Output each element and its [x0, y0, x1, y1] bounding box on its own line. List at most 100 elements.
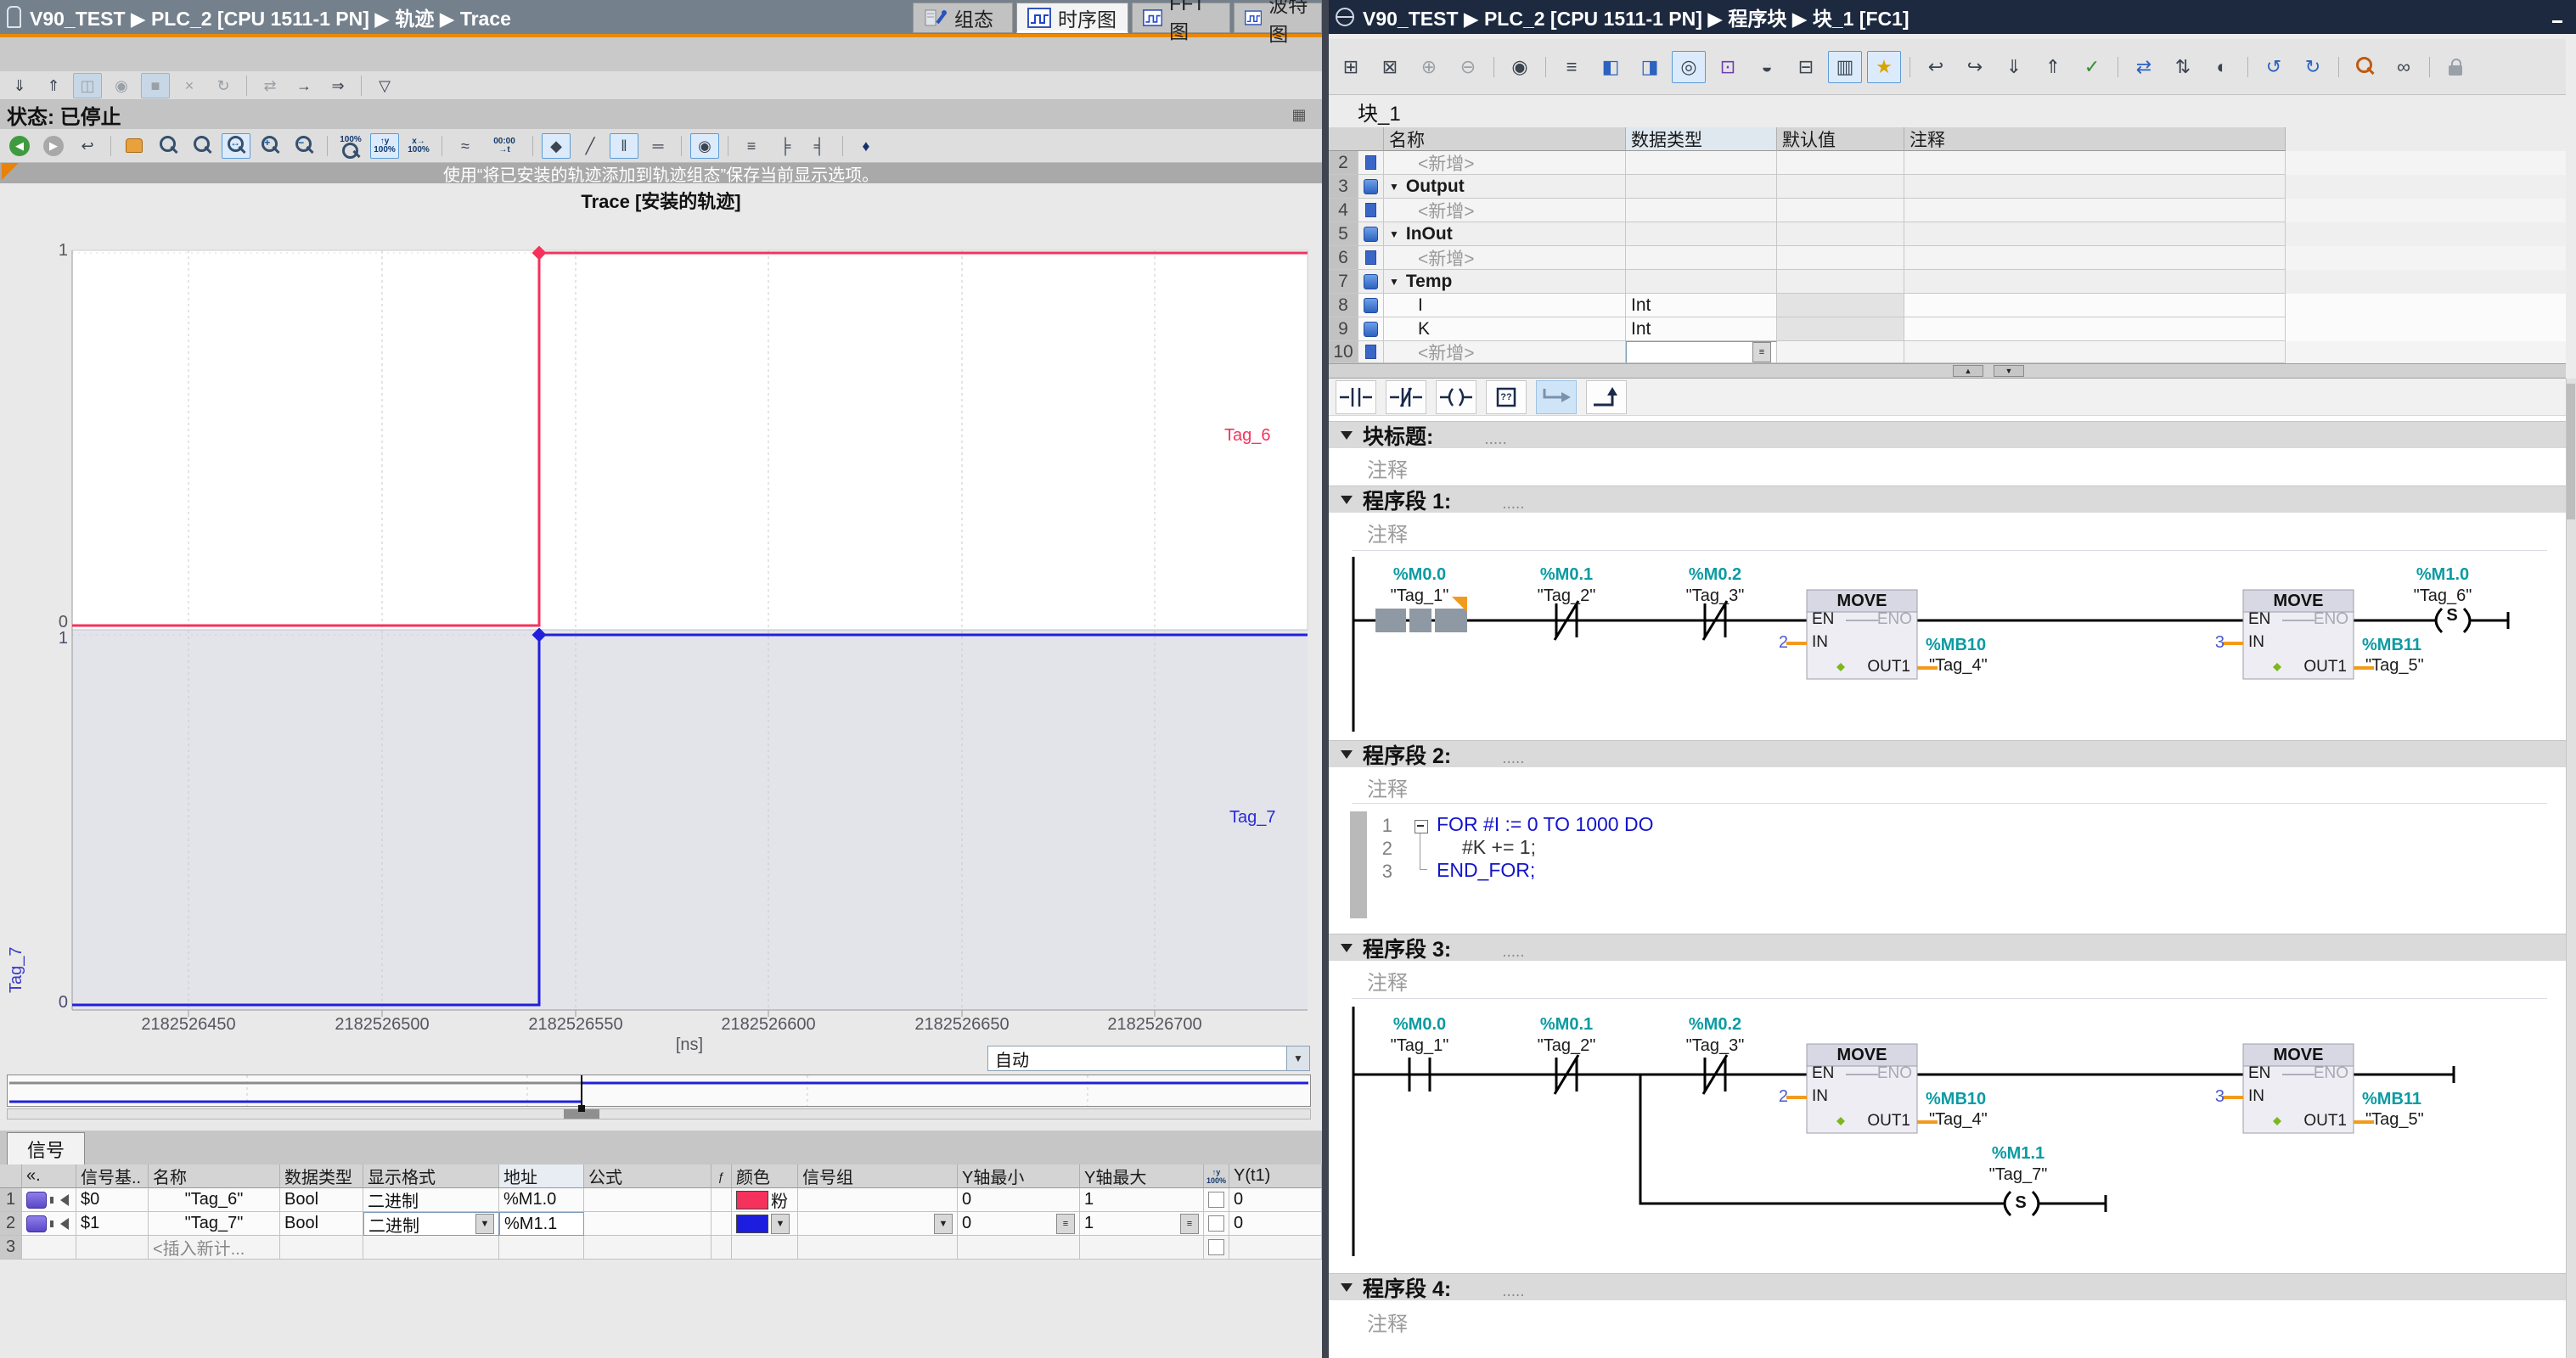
- zoom-select-icon[interactable]: [154, 133, 183, 159]
- format-editor[interactable]: 二进制▼: [363, 1212, 499, 1236]
- expand-networks-icon[interactable]: ≡: [1555, 51, 1589, 83]
- stop-trace-icon[interactable]: ■: [141, 73, 170, 98]
- interpolation-icon[interactable]: ╱: [576, 133, 605, 159]
- block-interface-icon[interactable]: ◨: [1633, 51, 1667, 83]
- tag6-color-swatch[interactable]: [736, 1191, 768, 1209]
- undo-icon[interactable]: ↩: [1919, 51, 1953, 83]
- zoom-dynamic-icon[interactable]: [188, 133, 217, 159]
- open-branch-icon[interactable]: [1536, 380, 1577, 414]
- interface-resize-strip[interactable]: [1329, 363, 2566, 379]
- operand-address[interactable]: %MB10: [1926, 636, 1986, 655]
- collapse-triangle-icon[interactable]: [1341, 496, 1353, 504]
- go-offline-icon[interactable]: ⇅: [2166, 51, 2200, 83]
- instruction-name[interactable]: MOVE: [1807, 592, 1917, 611]
- constant-value[interactable]: 2: [1766, 1087, 1788, 1107]
- gauge-view-icon[interactable]: ◉: [690, 133, 719, 159]
- datatype-editor[interactable]: ≡: [1626, 341, 1777, 363]
- operand-address[interactable]: %MB11: [2362, 1090, 2421, 1109]
- empty-box-icon[interactable]: ??: [1486, 380, 1527, 414]
- constant-value[interactable]: 3: [2202, 633, 2224, 653]
- network2-header[interactable]: 程序段 2: .....: [1329, 740, 2566, 767]
- operand-tag[interactable]: "Tag_2": [1511, 586, 1622, 606]
- network3-comment[interactable]: 注释: [1367, 966, 1408, 996]
- block-editor-titlebar[interactable]: V90_TEST ▶ PLC_2 [CPU 1511-1 PN] ▶ 程序块 ▶…: [1329, 0, 2576, 34]
- filter-icon[interactable]: ▽: [370, 73, 399, 98]
- export-measurement-icon[interactable]: →: [290, 73, 318, 98]
- collapse-triangle-icon[interactable]: [1341, 750, 1353, 759]
- operand-tag[interactable]: "Tag_7": [1963, 1165, 2073, 1185]
- operand-address[interactable]: %MB10: [1926, 1090, 1986, 1109]
- network1-comment[interactable]: 注释: [1367, 518, 1408, 547]
- operand-tag[interactable]: "Tag_5": [2365, 656, 2424, 676]
- undo-zoom-icon[interactable]: ↩: [73, 133, 102, 159]
- expander-icon[interactable]: ▼: [1389, 228, 1399, 240]
- operand-tag[interactable]: "Tag_4": [1929, 656, 1988, 676]
- zoom-out-icon[interactable]: −: [290, 133, 318, 159]
- redo-icon[interactable]: ↪: [1958, 51, 1992, 83]
- window-splitter[interactable]: [1322, 0, 1329, 1358]
- time-alignment-icon[interactable]: 00:00→t: [485, 133, 524, 159]
- signal-row-tag6[interactable]: 1 $0 "Tag_6" Bool 二进制 %M1.0 粉 0 1 0: [0, 1188, 1322, 1212]
- download-trace-icon[interactable]: ⇓: [5, 73, 34, 98]
- no-contact-icon[interactable]: [1336, 380, 1376, 414]
- operand-tag[interactable]: "Tag_3": [1660, 586, 1770, 606]
- zoom-mode-dropdown[interactable]: 自动 ▼: [987, 1046, 1310, 1071]
- operand-address[interactable]: %M1.0: [2388, 565, 2498, 585]
- operand-tag[interactable]: "Tag_2": [1511, 1036, 1622, 1056]
- network4-comment[interactable]: 注释: [1367, 1307, 1408, 1337]
- minimize-button[interactable]: [2545, 8, 2569, 26]
- vertical-cursors-icon[interactable]: ‖: [610, 133, 638, 159]
- operand-tag[interactable]: "Tag_5": [2365, 1110, 2424, 1130]
- favorites-icon[interactable]: ★: [1867, 51, 1901, 83]
- keep-values-icon[interactable]: ◉: [1503, 51, 1537, 83]
- color-cell[interactable]: ▼: [732, 1212, 798, 1236]
- color-cell[interactable]: 粉: [732, 1188, 798, 1212]
- overview-cursor-handle[interactable]: [578, 1105, 585, 1112]
- tab-timing-diagram[interactable]: 时序图: [1016, 3, 1128, 33]
- interface-row-inout[interactable]: 5 ▼InOut: [1329, 222, 2566, 246]
- coil-icon[interactable]: [1436, 380, 1476, 414]
- operand-address[interactable]: %M1.1: [1963, 1144, 2073, 1164]
- scroll-down-icon[interactable]: ▼: [1994, 365, 2024, 377]
- operand-tag[interactable]: "Tag_6": [2388, 586, 2498, 606]
- know-how-protection-icon[interactable]: [2438, 51, 2472, 83]
- y-scale-100-icon[interactable]: ↑y100%: [370, 133, 399, 159]
- zoom-in-icon[interactable]: +: [256, 133, 284, 159]
- samples-icon[interactable]: ≈: [451, 133, 480, 159]
- back-icon[interactable]: ◀: [5, 133, 34, 159]
- list-picker-icon[interactable]: ≡: [1180, 1214, 1199, 1234]
- operand-tag[interactable]: "Tag_4": [1929, 1110, 1988, 1130]
- network2-comment[interactable]: 注释: [1367, 772, 1408, 802]
- tag7-color-swatch[interactable]: [736, 1215, 768, 1233]
- zoom-horizontal-icon[interactable]: ↔: [222, 133, 250, 159]
- upload-block-icon[interactable]: ⇑: [2036, 51, 2070, 83]
- display-format-icon[interactable]: ⊟: [1789, 51, 1823, 83]
- operand-address[interactable]: %M0.0: [1364, 565, 1475, 585]
- insert-row-icon[interactable]: ⊞: [1334, 51, 1368, 83]
- expander-icon[interactable]: ▼: [1389, 181, 1399, 193]
- tab-fft-diagram[interactable]: FFT 图: [1132, 3, 1230, 33]
- upload-trace-icon[interactable]: ⇑: [39, 73, 68, 98]
- constant-value[interactable]: 2: [1766, 633, 1788, 653]
- instruction-name[interactable]: MOVE: [2243, 592, 2354, 611]
- collapse-triangle-icon[interactable]: [1341, 944, 1353, 952]
- network3-header[interactable]: 程序段 3: .....: [1329, 934, 2566, 961]
- interface-row-new[interactable]: 2 <新增>: [1329, 151, 2566, 175]
- interface-row-new-edit[interactable]: 10 <新增> ≡: [1329, 341, 2566, 363]
- pan-hand-icon[interactable]: [120, 133, 149, 159]
- remove-row-icon[interactable]: ⊖: [1451, 51, 1485, 83]
- search-icon[interactable]: [2348, 51, 2382, 83]
- collapse-networks-icon[interactable]: ◧: [1594, 51, 1628, 83]
- interface-row-i[interactable]: 8 I Int: [1329, 294, 2566, 317]
- operand-address[interactable]: %MB11: [2362, 636, 2421, 655]
- interface-row-new[interactable]: 4 <新增>: [1329, 199, 2566, 222]
- interface-row-k[interactable]: 9 K Int: [1329, 317, 2566, 341]
- cursor-flag-icon[interactable]: [2, 163, 19, 180]
- tab-bode-diagram[interactable]: 波特图: [1234, 3, 1322, 33]
- collapse-column-header[interactable]: «.: [22, 1164, 76, 1188]
- repeat-trace-icon[interactable]: ↻: [209, 73, 238, 98]
- interface-row-new[interactable]: 6 <新增>: [1329, 246, 2566, 270]
- network4-header[interactable]: 程序段 4: .....: [1329, 1273, 2566, 1300]
- list-picker-icon[interactable]: ≡: [1056, 1214, 1075, 1234]
- snapshot-icon[interactable]: ♦: [852, 133, 880, 159]
